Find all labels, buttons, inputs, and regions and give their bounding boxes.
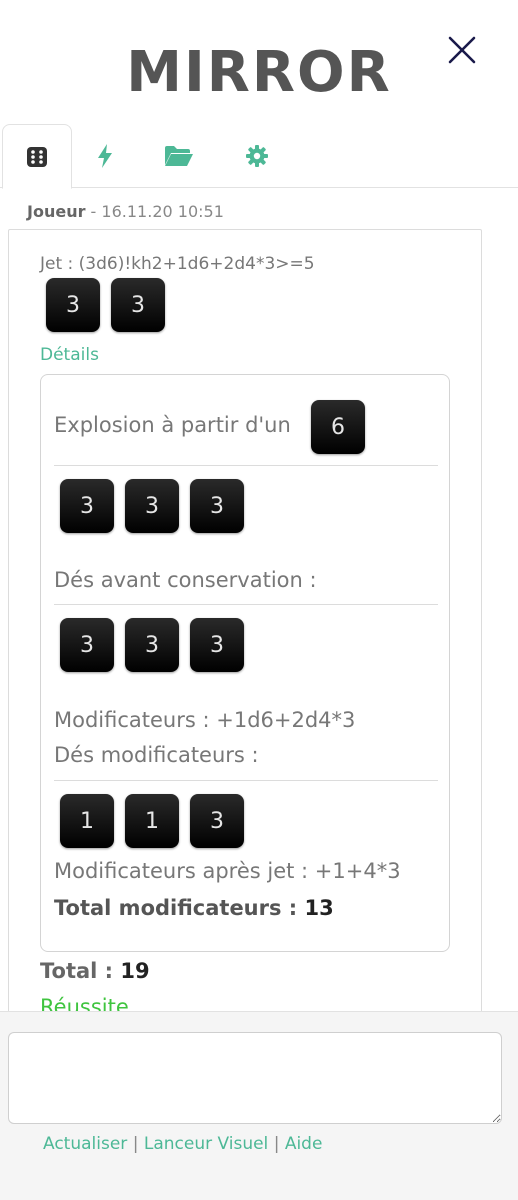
total-modifiers-label: Total modificateurs : [54,896,298,920]
total-modifiers-value: 13 [304,896,334,920]
message-author: Joueur [27,202,86,221]
header: MIRROR [0,0,518,118]
close-button[interactable] [444,30,480,70]
chat-input[interactable] [8,1032,502,1124]
message-timestamp: 16.11.20 10:51 [101,202,224,221]
divider [54,604,438,605]
divider [54,780,438,781]
gear-icon [246,145,268,167]
link-separator: | [273,1134,280,1154]
chat-log[interactable]: Joueur - 16.11.20 10:51 Jet : (3d6)!kh2+… [0,189,518,1011]
before-keep-die: 3 [60,618,114,672]
before-keep-label: Dés avant conservation : [54,568,317,592]
help-link[interactable]: Aide [285,1134,323,1154]
folder-open-icon [165,146,193,166]
modifier-die: 1 [60,794,114,848]
close-icon [448,36,476,64]
explosion-die: 6 [311,400,365,454]
details-link[interactable]: Détails [40,345,99,365]
total-modifiers: Total modificateurs : 13 [54,896,334,920]
details-panel: Explosion à partir d'un 6 3 3 3 Dés avan… [40,374,450,952]
before-keep-die: 3 [190,618,244,672]
footer: Actualiser | Lanceur Visuel | Aide [0,1011,518,1200]
tab-lightning[interactable] [70,124,140,188]
modifiers-after-label: Modificateurs après jet : +1+4*3 [54,859,401,883]
lightning-icon [98,144,112,168]
divider [54,465,438,466]
roll-formula: Jet : (3d6)!kh2+1d6+2d4*3>=5 [40,254,315,274]
rolled-die: 3 [60,479,114,533]
explosion-label: Explosion à partir d'un [54,413,291,437]
kept-die: 3 [46,278,100,332]
rolled-die: 3 [190,479,244,533]
message-meta: Joueur - 16.11.20 10:51 [27,202,224,221]
meta-separator: - [85,202,102,221]
before-keep-die: 3 [125,618,179,672]
rolled-die: 3 [125,479,179,533]
roll-result: Réussite [40,995,129,1011]
app-title: MIRROR [126,40,392,105]
refresh-link[interactable]: Actualiser [43,1134,127,1154]
tab-settings[interactable] [222,124,292,188]
tab-folder[interactable] [144,124,214,188]
total-label: Total : [40,959,114,983]
modifier-die: 3 [190,794,244,848]
tab-dice[interactable] [2,124,72,189]
modifier-dice-label: Dés modificateurs : [54,743,259,767]
modifier-die: 1 [125,794,179,848]
visual-launcher-link[interactable]: Lanceur Visuel [144,1134,268,1154]
roll-card: Jet : (3d6)!kh2+1d6+2d4*3>=5 3 3 Détails… [8,229,482,1011]
dice-grid-icon [27,146,47,167]
tab-bar [0,118,518,189]
total-value: 19 [120,959,150,983]
roll-total: Total : 19 [40,959,150,983]
link-separator: | [132,1134,139,1154]
modifiers-label: Modificateurs : +1d6+2d4*3 [54,708,356,732]
footer-links: Actualiser | Lanceur Visuel | Aide [43,1134,322,1154]
kept-die: 3 [111,278,165,332]
